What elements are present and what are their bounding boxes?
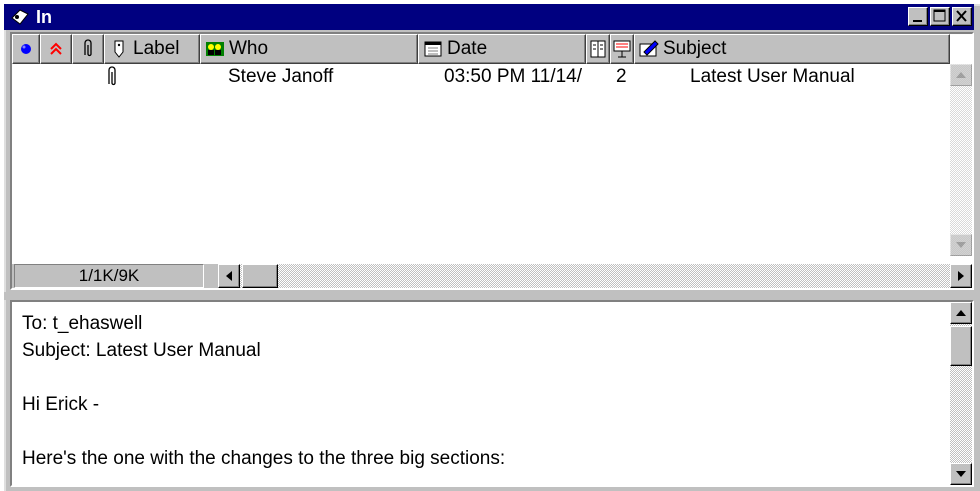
message-list-pane[interactable]: Label Who Date Subject Steve Janoff 03:5… <box>10 32 974 290</box>
column-who[interactable]: Who <box>200 34 418 64</box>
scroll-up-button[interactable] <box>950 64 972 86</box>
blue-dot-icon <box>21 44 31 54</box>
message-size: 2 <box>616 66 627 87</box>
preview-blank-line <box>22 418 932 445</box>
message-counter: 1/1K/9K <box>14 264 204 288</box>
minimize-button[interactable] <box>908 7 928 26</box>
pane-splitter[interactable] <box>4 292 976 300</box>
size-icon <box>590 40 606 58</box>
arrow-down-icon <box>956 242 966 248</box>
scroll-down-button[interactable] <box>950 234 972 256</box>
preview-greeting: Hi Erick - <box>22 394 100 415</box>
message-subject: Latest User Manual <box>690 66 855 87</box>
column-who-text: Who <box>229 38 269 59</box>
arrow-up-icon <box>956 310 966 316</box>
column-date[interactable]: Date <box>418 34 586 64</box>
minimize-icon <box>913 20 922 22</box>
horizontal-scroll-thumb[interactable] <box>242 264 278 288</box>
arrow-left-icon <box>226 271 232 281</box>
mailbox-icon <box>8 6 32 28</box>
message-who: Steve Janoff <box>228 66 334 87</box>
priority-chevron-icon <box>50 42 62 55</box>
column-priority[interactable] <box>40 34 72 64</box>
preview-subject: Subject: Latest User Manual <box>22 340 261 361</box>
scroll-left-button[interactable] <box>218 264 240 288</box>
arrow-down-icon <box>956 471 966 477</box>
column-header-row: Label Who Date Subject <box>12 34 950 64</box>
label-tag-icon <box>109 39 129 59</box>
column-label-text: Label <box>133 38 180 59</box>
calendar-icon <box>423 39 443 59</box>
preview-vertical-scrollbar[interactable] <box>950 302 972 485</box>
title-bar[interactable]: In <box>4 4 974 30</box>
message-list-vertical-scrollbar[interactable] <box>950 64 972 256</box>
maximize-button[interactable] <box>930 7 950 26</box>
column-attachment[interactable] <box>72 34 104 64</box>
column-subject[interactable]: Subject <box>634 34 950 64</box>
preview-blank-line <box>22 364 932 391</box>
message-body[interactable]: To: t_ehaswell Subject: Latest User Manu… <box>22 310 932 472</box>
close-button[interactable] <box>952 7 972 26</box>
column-label[interactable]: Label <box>104 34 200 64</box>
column-subject-text: Subject <box>663 38 727 59</box>
paperclip-icon <box>84 39 92 57</box>
message-row[interactable]: Steve Janoff 03:50 PM 11/14/ 2 Latest Us… <box>12 64 950 92</box>
paperclip-icon <box>106 66 118 94</box>
arrow-up-icon <box>956 72 966 78</box>
message-counter-text: 1/1K/9K <box>78 266 140 285</box>
column-size[interactable] <box>586 34 610 64</box>
preview-scroll-thumb[interactable] <box>950 326 972 366</box>
preview-to: To: t_ehaswell <box>22 313 143 334</box>
close-icon <box>956 10 967 22</box>
preview-scroll-down-button[interactable] <box>950 463 972 485</box>
column-date-text: Date <box>447 38 488 59</box>
preview-scroll-up-button[interactable] <box>950 302 972 324</box>
message-preview-pane[interactable]: To: t_ehaswell Subject: Latest User Manu… <box>10 300 974 487</box>
subject-pen-icon <box>639 39 659 59</box>
column-type[interactable] <box>610 34 634 64</box>
column-status[interactable] <box>12 34 40 64</box>
preview-body-line: Here's the one with the changes to the t… <box>22 448 506 469</box>
message-type-icon <box>613 40 631 58</box>
scroll-right-button[interactable] <box>950 264 972 288</box>
list-status-bar: 1/1K/9K <box>12 264 972 288</box>
horizontal-scrollbar[interactable] <box>218 264 972 288</box>
window-title: In <box>36 6 52 27</box>
message-date: 03:50 PM 11/14/ <box>444 66 583 87</box>
arrow-right-icon <box>958 271 964 281</box>
maximize-icon <box>933 9 946 22</box>
people-icon <box>205 39 225 59</box>
